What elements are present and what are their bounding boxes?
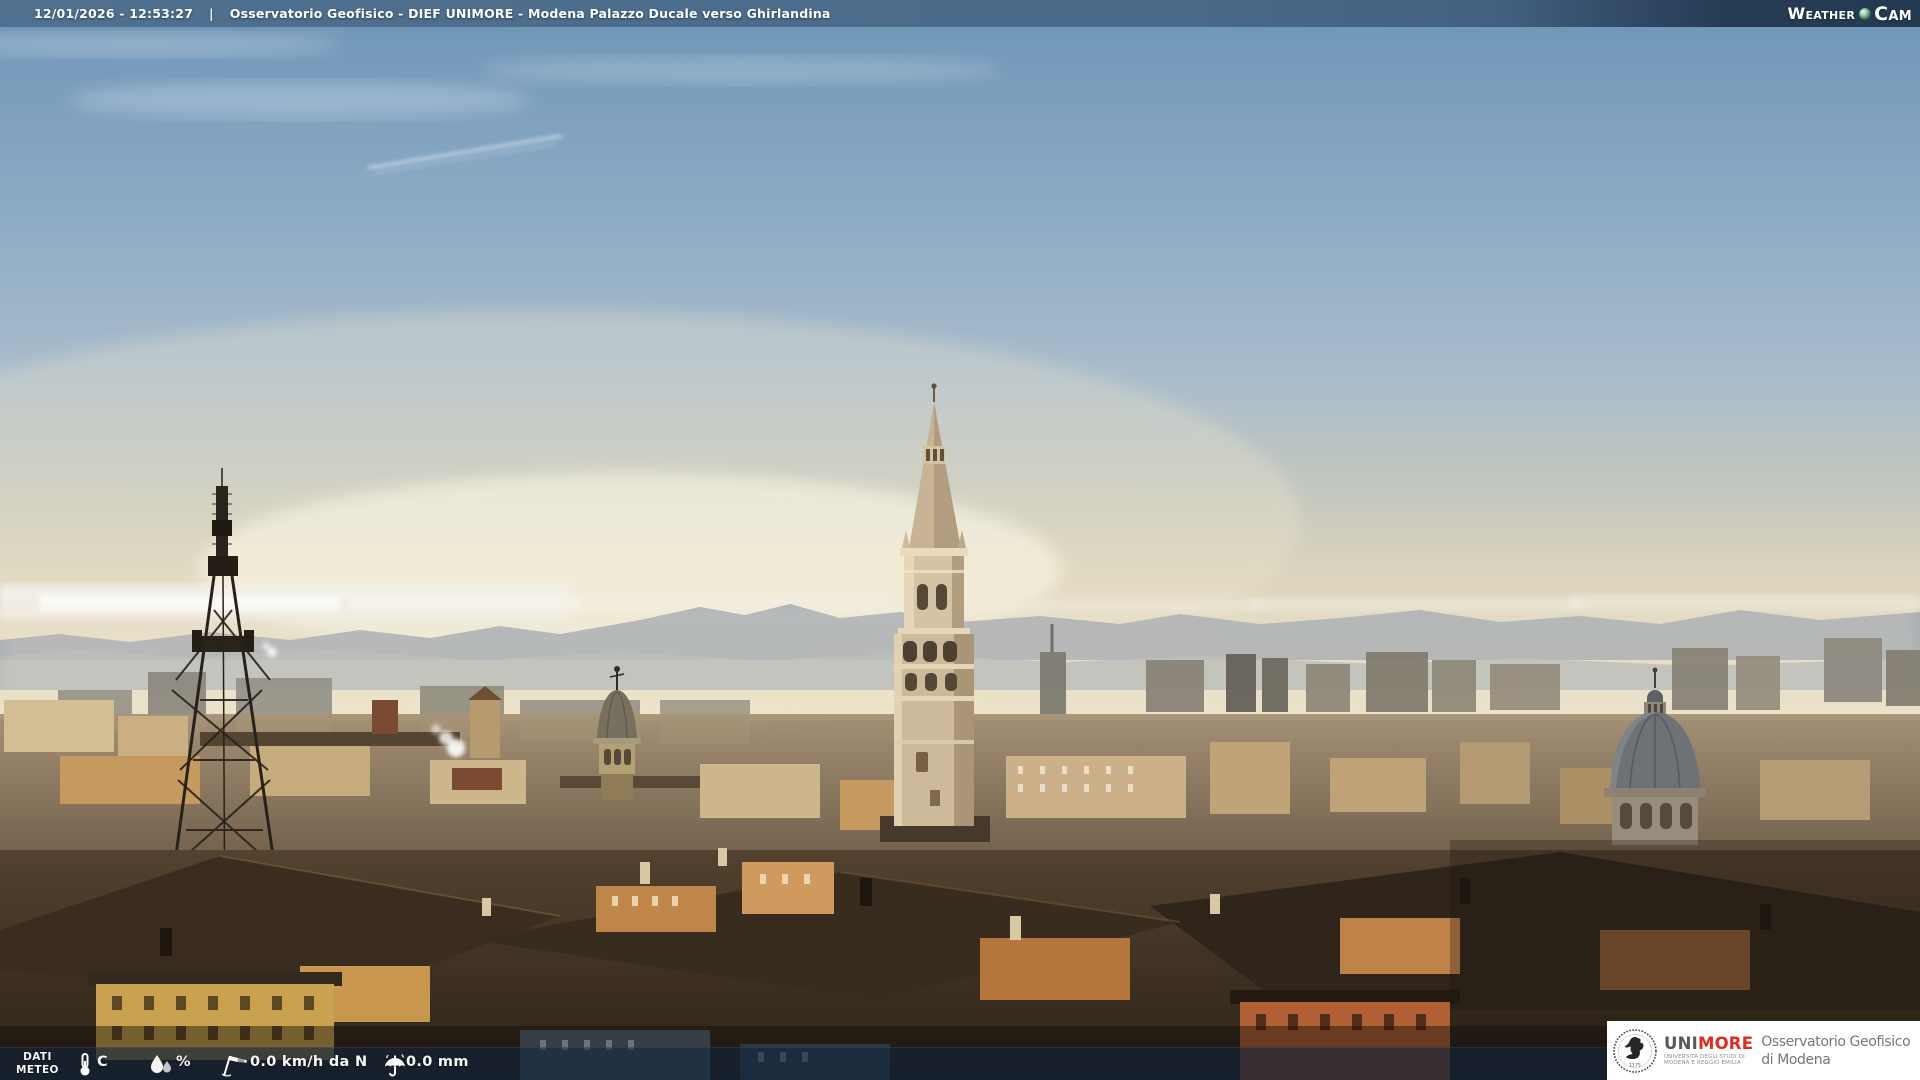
weather-data-bar: DATI METEO C % 0.0 km/h da N 0.0 mm: [0, 1047, 1607, 1080]
rain-value: 0.0 mm: [406, 1054, 469, 1070]
unimore-wordmark: UNIMORE UNIVERSITÀ DEGLI STUDI DI MODENA…: [1664, 1035, 1753, 1067]
wind-value: 0.0 km/h da N: [250, 1054, 368, 1070]
unimore-seal-icon: 1175: [1613, 1028, 1657, 1073]
weathercam-logo: Weather Cam: [1788, 0, 1912, 27]
svg-text:1175: 1175: [1629, 1062, 1641, 1068]
umbrella-icon: [385, 1054, 405, 1077]
weathercam-word1: Weather: [1787, 4, 1856, 23]
university-line2: MODENA E REGGIO EMILIA: [1664, 1060, 1741, 1066]
thermometer-icon: [80, 1053, 90, 1076]
organization-name: Osservatorio Geofisico di Modena: [1761, 1033, 1911, 1068]
temperature-value: C: [97, 1054, 108, 1070]
humidity-value: %: [176, 1054, 191, 1070]
windsock-icon: [221, 1055, 247, 1077]
brand-uni: UNI: [1664, 1033, 1698, 1053]
brand-more: MORE: [1697, 1033, 1754, 1053]
weathercam-dot-icon: [1859, 7, 1872, 20]
unimore-logo-box: 1175 UNIMORE UNIVERSITÀ DEGLI STUDI DI M…: [1607, 1021, 1920, 1080]
webcam-frame: 12/01/2026 - 12:53:27 | Osservatorio Geo…: [0, 0, 1920, 1080]
separator: |: [209, 6, 214, 21]
timestamp: 12/01/2026 - 12:53:27: [34, 6, 193, 21]
water-drops-icon: [151, 1055, 171, 1073]
dati-meteo-label: DATI METEO: [16, 1051, 59, 1076]
weathercam-word2: Cam: [1874, 2, 1912, 25]
camera-title: Osservatorio Geofisico - DIEF UNIMORE - …: [229, 6, 831, 21]
top-bar: 12/01/2026 - 12:53:27 | Osservatorio Geo…: [0, 0, 1920, 27]
cityscape-photo: [0, 0, 1920, 1080]
